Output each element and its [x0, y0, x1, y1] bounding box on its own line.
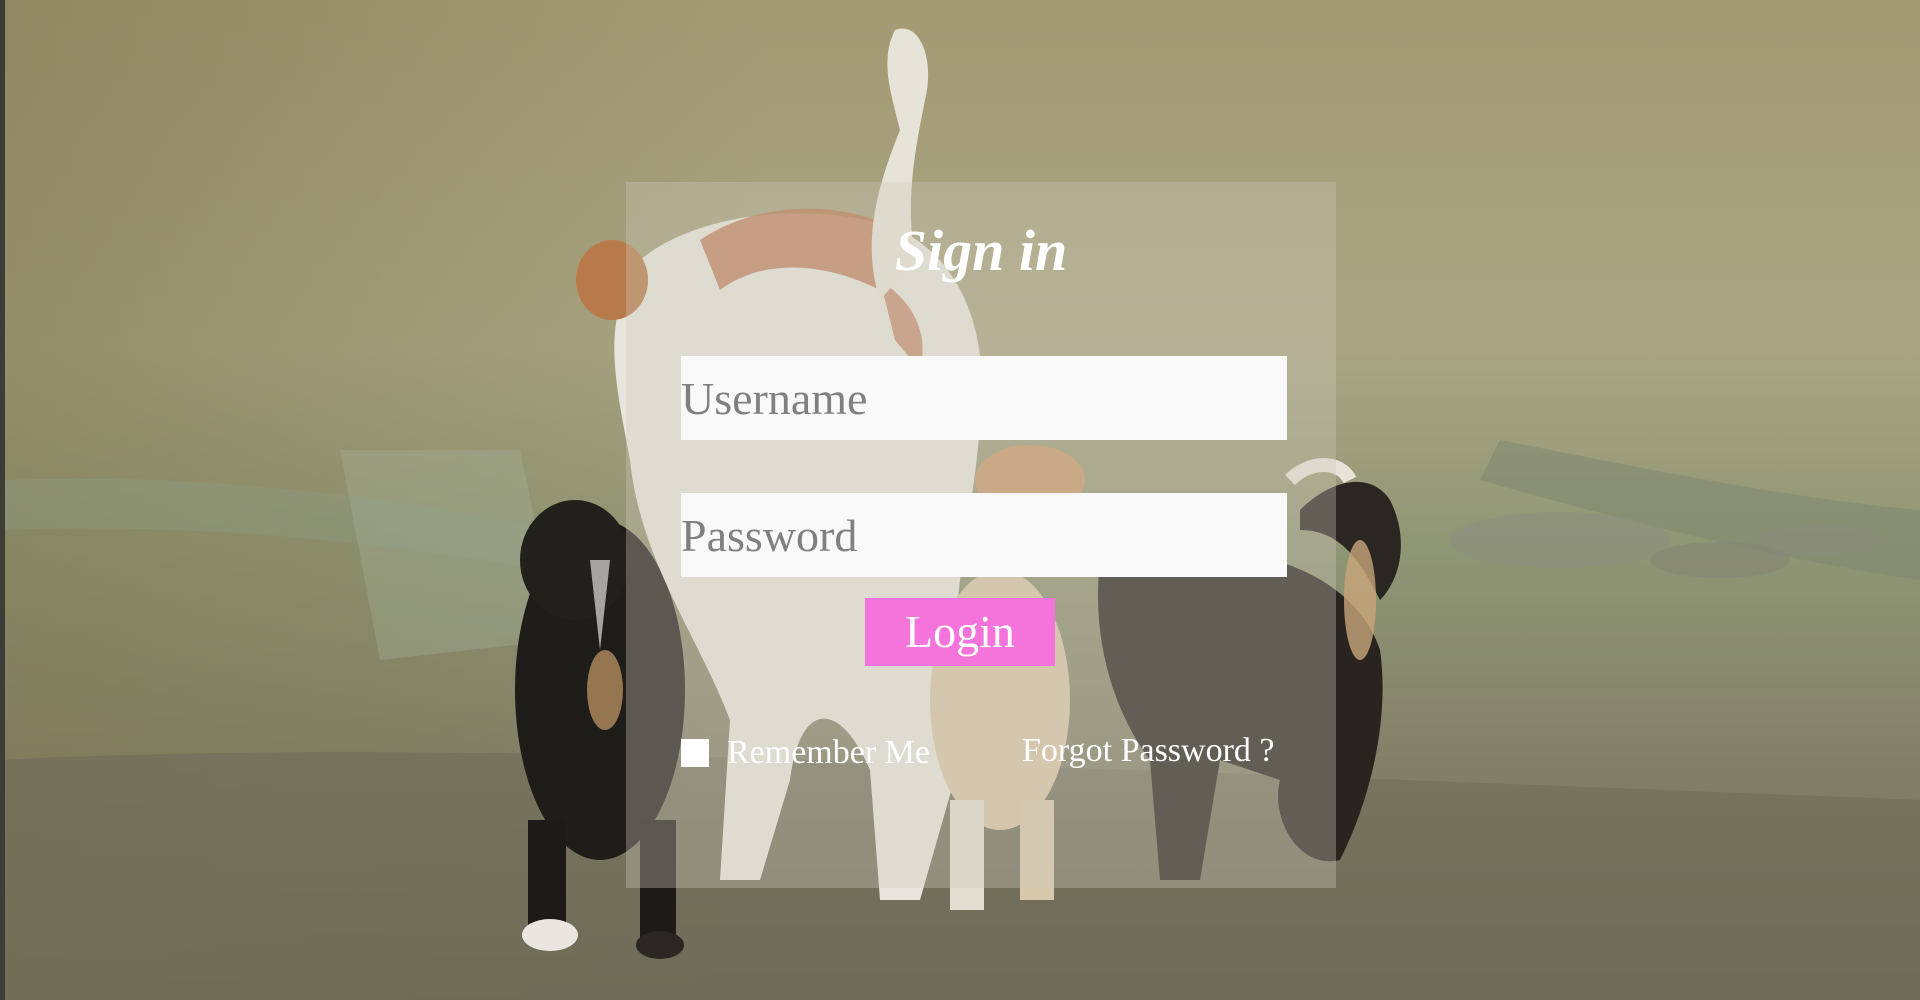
forgot-password-link[interactable]: Forgot Password ?: [1022, 732, 1275, 770]
remember-me-label: Remember Me: [727, 734, 930, 771]
window-left-edge: [0, 0, 5, 1000]
login-panel: Sign in Login Remember Me Forgot Passwor…: [626, 182, 1336, 888]
sign-in-title: Sign in: [894, 218, 1068, 283]
remember-me-checkbox[interactable]: [681, 739, 709, 767]
username-input[interactable]: [681, 356, 1287, 440]
password-input[interactable]: [681, 493, 1287, 577]
remember-me-option[interactable]: Remember Me: [681, 733, 930, 773]
login-button[interactable]: Login: [865, 598, 1055, 666]
